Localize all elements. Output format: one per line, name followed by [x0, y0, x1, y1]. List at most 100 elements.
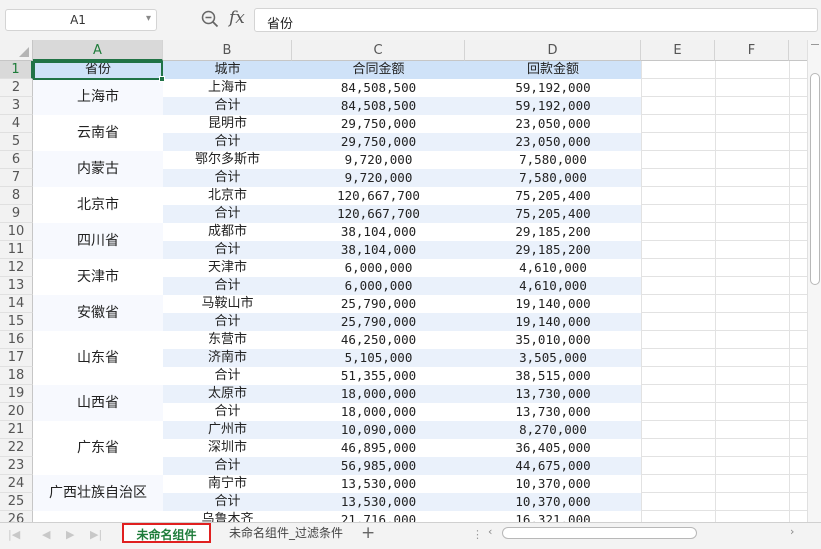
zoom-icon[interactable]	[201, 10, 219, 28]
row-header-4[interactable]: 4	[0, 115, 33, 133]
row-header-2[interactable]: 2	[0, 79, 33, 97]
payment-amount-cell[interactable]: 19,140,000	[465, 313, 641, 331]
add-sheet-button[interactable]: +	[361, 523, 375, 543]
city-cell[interactable]: 鄂尔多斯市	[163, 151, 292, 169]
payment-amount-cell[interactable]: 7,580,000	[465, 169, 641, 187]
row-header-6[interactable]: 6	[0, 151, 33, 169]
payment-amount-cell[interactable]: 36,405,000	[465, 439, 641, 457]
payment-amount-cell[interactable]: 4,610,000	[465, 259, 641, 277]
row-header-22[interactable]: 22	[0, 439, 33, 457]
row-header-1[interactable]: 1	[0, 61, 33, 79]
contract-amount-cell[interactable]: 5,105,000	[292, 349, 465, 367]
header-cell-payment[interactable]: 回款金额	[465, 61, 641, 79]
city-cell[interactable]: 合计	[163, 277, 292, 295]
formula-input[interactable]: 省份	[254, 8, 818, 32]
province-cell[interactable]: 安徽省	[33, 295, 163, 331]
column-header-f[interactable]: F	[715, 40, 789, 61]
city-cell[interactable]: 合计	[163, 241, 292, 259]
payment-amount-cell[interactable]: 23,050,000	[465, 115, 641, 133]
contract-amount-cell[interactable]: 29,750,000	[292, 133, 465, 151]
contract-amount-cell[interactable]: 29,750,000	[292, 115, 465, 133]
payment-amount-cell[interactable]: 29,185,200	[465, 241, 641, 259]
row-header-18[interactable]: 18	[0, 367, 33, 385]
contract-amount-cell[interactable]: 84,508,500	[292, 97, 465, 115]
row-header-24[interactable]: 24	[0, 475, 33, 493]
sheet-tab-active[interactable]: 未命名组件	[122, 523, 211, 543]
row-header-11[interactable]: 11	[0, 241, 33, 259]
contract-amount-cell[interactable]: 21,716,000	[292, 511, 465, 522]
column-header-d[interactable]: D	[465, 40, 641, 61]
city-cell[interactable]: 马鞍山市	[163, 295, 292, 313]
scroll-right-icon[interactable]: ›	[790, 525, 794, 538]
contract-amount-cell[interactable]: 120,667,700	[292, 205, 465, 223]
city-cell[interactable]: 上海市	[163, 79, 292, 97]
city-cell[interactable]: 合计	[163, 205, 292, 223]
contract-amount-cell[interactable]: 6,000,000	[292, 277, 465, 295]
payment-amount-cell[interactable]: 59,192,000	[465, 79, 641, 97]
city-cell[interactable]: 广州市	[163, 421, 292, 439]
column-header-e[interactable]: E	[641, 40, 715, 61]
province-cell[interactable]: 内蒙古	[33, 151, 163, 187]
city-cell[interactable]: 合计	[163, 169, 292, 187]
province-cell[interactable]: 山东省	[33, 331, 163, 385]
contract-amount-cell[interactable]: 51,355,000	[292, 367, 465, 385]
city-cell[interactable]: 合计	[163, 457, 292, 475]
row-header-10[interactable]: 10	[0, 223, 33, 241]
row-header-7[interactable]: 7	[0, 169, 33, 187]
city-cell[interactable]: 合计	[163, 133, 292, 151]
contract-amount-cell[interactable]: 10,090,000	[292, 421, 465, 439]
city-cell[interactable]: 南宁市	[163, 475, 292, 493]
header-cell-city[interactable]: 城市	[163, 61, 292, 79]
payment-amount-cell[interactable]: 19,140,000	[465, 295, 641, 313]
city-cell[interactable]: 北京市	[163, 187, 292, 205]
city-cell[interactable]: 昆明市	[163, 115, 292, 133]
contract-amount-cell[interactable]: 9,720,000	[292, 151, 465, 169]
column-header-g[interactable]	[789, 40, 807, 61]
select-all-corner[interactable]	[0, 40, 33, 61]
last-sheet-icon[interactable]: ▶|	[90, 528, 102, 541]
payment-amount-cell[interactable]: 4,610,000	[465, 277, 641, 295]
vertical-scroll-thumb[interactable]	[810, 73, 820, 285]
row-header-21[interactable]: 21	[0, 421, 33, 439]
payment-amount-cell[interactable]: 75,205,400	[465, 187, 641, 205]
payment-amount-cell[interactable]: 75,205,400	[465, 205, 641, 223]
row-header-13[interactable]: 13	[0, 277, 33, 295]
contract-amount-cell[interactable]: 56,985,000	[292, 457, 465, 475]
contract-amount-cell[interactable]: 84,508,500	[292, 79, 465, 97]
column-header-c[interactable]: C	[292, 40, 465, 61]
payment-amount-cell[interactable]: 10,370,000	[465, 493, 641, 511]
payment-amount-cell[interactable]: 35,010,000	[465, 331, 641, 349]
city-cell[interactable]: 合计	[163, 97, 292, 115]
row-header-9[interactable]: 9	[0, 205, 33, 223]
cell-grid[interactable]: 省份 城市 合同金额 回款金额 上海市 84,508,500 59,192,000 合计 84,…	[33, 61, 807, 522]
row-header-15[interactable]: 15	[0, 313, 33, 331]
first-sheet-icon[interactable]: |◀	[8, 528, 20, 541]
payment-amount-cell[interactable]: 3,505,000	[465, 349, 641, 367]
payment-amount-cell[interactable]: 38,515,000	[465, 367, 641, 385]
province-cell[interactable]: 北京市	[33, 187, 163, 223]
province-cell[interactable]: 广东省	[33, 421, 163, 475]
contract-amount-cell[interactable]: 18,000,000	[292, 385, 465, 403]
horizontal-scroll-thumb[interactable]	[502, 527, 697, 539]
payment-amount-cell[interactable]: 13,730,000	[465, 403, 641, 421]
freeze-split-handle[interactable]	[811, 44, 819, 58]
tab-split-handle[interactable]: ⋮	[472, 528, 484, 541]
contract-amount-cell[interactable]: 25,790,000	[292, 295, 465, 313]
payment-amount-cell[interactable]: 13,730,000	[465, 385, 641, 403]
payment-amount-cell[interactable]: 44,675,000	[465, 457, 641, 475]
province-cell[interactable]: 天津市	[33, 259, 163, 295]
row-header-19[interactable]: 19	[0, 385, 33, 403]
contract-amount-cell[interactable]: 46,895,000	[292, 439, 465, 457]
contract-amount-cell[interactable]: 38,104,000	[292, 241, 465, 259]
chevron-down-icon[interactable]: ▾	[146, 13, 151, 24]
contract-amount-cell[interactable]: 6,000,000	[292, 259, 465, 277]
row-header-14[interactable]: 14	[0, 295, 33, 313]
contract-amount-cell[interactable]: 46,250,000	[292, 331, 465, 349]
contract-amount-cell[interactable]: 13,530,000	[292, 475, 465, 493]
payment-amount-cell[interactable]: 29,185,200	[465, 223, 641, 241]
row-header-17[interactable]: 17	[0, 349, 33, 367]
prev-sheet-icon[interactable]: ◀	[42, 528, 50, 541]
row-header-5[interactable]: 5	[0, 133, 33, 151]
payment-amount-cell[interactable]: 16,321,000	[465, 511, 641, 522]
fill-handle[interactable]	[159, 76, 165, 82]
